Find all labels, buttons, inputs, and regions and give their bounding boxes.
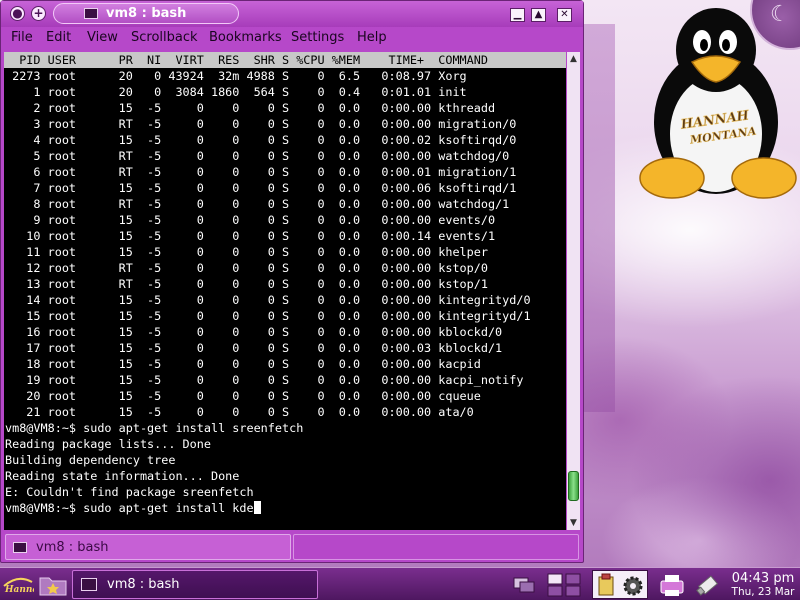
process-row: 5 root RT -5 0 0 0 S 0 0.0 0:00.00 watch… bbox=[5, 149, 510, 163]
process-row: 2273 root 20 0 43924 32m 4988 S 0 6.5 0:… bbox=[5, 69, 467, 83]
terminal-scrollbar[interactable]: ▲ ▼ bbox=[567, 52, 580, 530]
process-row: 16 root 15 -5 0 0 0 S 0 0.0 0:00.00 kblo… bbox=[5, 325, 503, 339]
clock-time: 04:43 pm bbox=[731, 571, 795, 586]
scroll-down-arrow-icon[interactable]: ▼ bbox=[567, 516, 580, 530]
hannah-logo-icon: Hannah bbox=[3, 577, 45, 595]
process-row: 9 root 15 -5 0 0 0 S 0 0.0 0:00.00 event… bbox=[5, 213, 496, 227]
tux-penguin-icon: HANNAH MONTANA bbox=[639, 8, 797, 199]
process-row: 15 root 15 -5 0 0 0 S 0 0.0 0:00.00 kint… bbox=[5, 309, 531, 323]
menu-settings[interactable]: Settings bbox=[291, 30, 344, 45]
process-row: 14 root 15 -5 0 0 0 S 0 0.0 0:00.00 kint… bbox=[5, 293, 531, 307]
process-row: 17 root 15 -5 0 0 0 S 0 0.0 0:00.03 kblo… bbox=[5, 341, 503, 355]
process-row: 21 root 15 -5 0 0 0 S 0 0.0 0:00.00 ata/… bbox=[5, 405, 474, 419]
application-launcher[interactable]: Hannah bbox=[2, 572, 45, 597]
desktop-pager[interactable] bbox=[512, 572, 592, 598]
tab-bar-empty-area bbox=[293, 534, 579, 560]
process-row: 4 root 15 -5 0 0 0 S 0 0.0 0:00.02 ksoft… bbox=[5, 133, 517, 147]
process-row: 6 root RT -5 0 0 0 S 0 0.0 0:00.01 migra… bbox=[5, 165, 517, 179]
session-tab[interactable]: vm8 : bash bbox=[5, 534, 291, 560]
menu-bar: File Edit View Scrollback Bookmarks Sett… bbox=[2, 27, 582, 49]
scroll-up-arrow-icon[interactable]: ▲ bbox=[567, 52, 580, 66]
svg-text:Hannah: Hannah bbox=[4, 585, 34, 595]
menu-scrollback[interactable]: Scrollback bbox=[131, 30, 198, 45]
process-row: 1 root 20 0 3084 1860 564 S 0 0.4 0:01.0… bbox=[5, 85, 467, 99]
background-panel bbox=[583, 24, 615, 412]
terminal-area[interactable]: PID USER PR NI VIRT RES SHR S %CPU %MEM … bbox=[4, 52, 566, 530]
clock-date: Thu, 23 Mar bbox=[731, 586, 795, 598]
process-row: 18 root 15 -5 0 0 0 S 0 0.0 0:00.00 kacp… bbox=[5, 357, 481, 371]
process-row: 7 root 15 -5 0 0 0 S 0 0.0 0:00.06 ksoft… bbox=[5, 181, 517, 195]
menu-file[interactable]: File bbox=[11, 30, 33, 45]
session-tab-bar: vm8 : bash bbox=[2, 533, 582, 561]
maximize-button[interactable]: ▲ bbox=[531, 8, 546, 22]
scrollbar-thumb[interactable] bbox=[568, 471, 579, 501]
process-row: 2 root 15 -5 0 0 0 S 0 0.0 0:00.00 kthre… bbox=[5, 101, 496, 115]
top-column-header: PID USER PR NI VIRT RES SHR S %CPU %MEM … bbox=[4, 52, 566, 68]
text-cursor bbox=[253, 501, 261, 514]
terminal-output-line: Reading package lists... Done bbox=[5, 437, 211, 451]
taskbar: Hannah vm8 : bash bbox=[0, 567, 800, 600]
window-titlebar[interactable]: ● + vm8 : bash ▁ ▲ ✕ bbox=[1, 1, 583, 27]
window-title: vm8 : bash bbox=[53, 3, 239, 24]
terminal-icon bbox=[84, 8, 98, 19]
menu-bookmarks[interactable]: Bookmarks bbox=[209, 30, 282, 45]
process-row: 3 root RT -5 0 0 0 S 0 0.0 0:00.00 migra… bbox=[5, 117, 517, 131]
terminal-icon bbox=[13, 542, 27, 553]
taskbar-task-button[interactable]: vm8 : bash bbox=[72, 570, 318, 599]
clock[interactable]: 04:43 pm Thu, 23 Mar bbox=[726, 570, 800, 600]
terminal-icon bbox=[81, 578, 97, 591]
printer-icon[interactable] bbox=[658, 572, 686, 598]
command-text: vm8@VM8:~$ sudo apt-get install kde bbox=[5, 501, 254, 515]
close-button[interactable]: ✕ bbox=[557, 8, 572, 22]
menu-help[interactable]: Help bbox=[357, 30, 387, 45]
menu-view[interactable]: View bbox=[87, 30, 118, 45]
process-row: 10 root 15 -5 0 0 0 S 0 0.0 0:00.14 even… bbox=[5, 229, 496, 243]
folder-icon[interactable] bbox=[38, 571, 68, 598]
gear-icon[interactable] bbox=[623, 576, 643, 596]
menu-edit[interactable]: Edit bbox=[46, 30, 71, 45]
terminal-output-line: E: Couldn't find package sreenfetch bbox=[5, 485, 254, 499]
process-row: 8 root RT -5 0 0 0 S 0 0.0 0:00.00 watch… bbox=[5, 197, 510, 211]
terminal-output-line: vm8@VM8:~$ sudo apt-get install sreenfet… bbox=[5, 421, 304, 435]
process-row: 11 root 15 -5 0 0 0 S 0 0.0 0:00.00 khel… bbox=[5, 245, 488, 259]
konsole-window: ● + vm8 : bash ▁ ▲ ✕ File Edit View Scro… bbox=[0, 0, 584, 563]
window-menu-icon[interactable]: ● bbox=[10, 6, 25, 21]
terminal-output-line: Building dependency tree bbox=[5, 453, 176, 467]
process-row: 12 root RT -5 0 0 0 S 0 0.0 0:00.00 ksto… bbox=[5, 261, 488, 275]
terminal-output-line: Reading state information... Done bbox=[5, 469, 240, 483]
process-row: 19 root 15 -5 0 0 0 S 0 0.0 0:00.00 kacp… bbox=[5, 373, 524, 387]
usb-drive-icon[interactable] bbox=[694, 572, 722, 598]
system-tray bbox=[592, 570, 648, 599]
clipboard-icon[interactable] bbox=[598, 573, 614, 596]
process-row: 13 root RT -5 0 0 0 S 0 0.0 0:00.00 ksto… bbox=[5, 277, 488, 291]
minimize-button[interactable]: ▁ bbox=[510, 8, 525, 22]
process-row: 20 root 15 -5 0 0 0 S 0 0.0 0:00.00 cque… bbox=[5, 389, 481, 403]
sticky-plus-icon[interactable]: + bbox=[31, 6, 46, 21]
current-command-line[interactable]: vm8@VM8:~$ sudo apt-get install kde bbox=[5, 500, 261, 516]
